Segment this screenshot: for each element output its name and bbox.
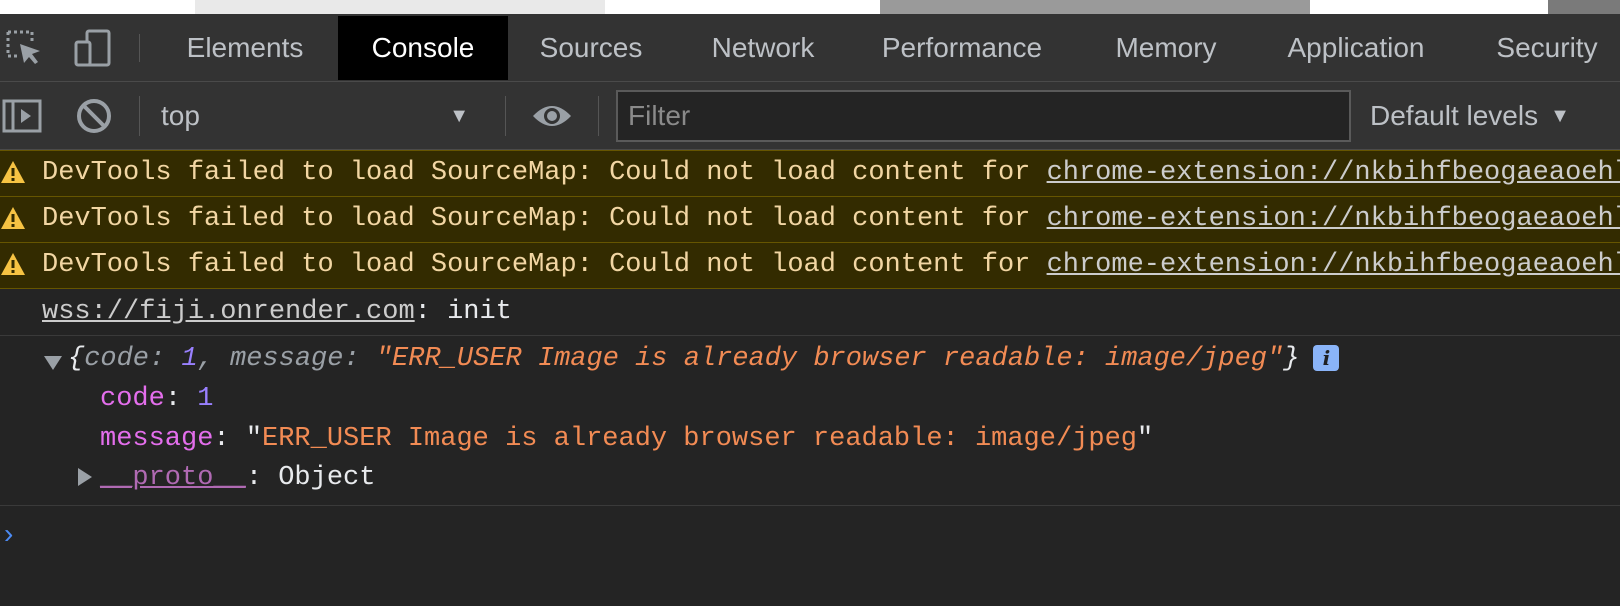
info-icon[interactable]: i: [1313, 344, 1340, 371]
proto-key: __proto__: [100, 463, 246, 493]
log-message: wss://fiji.onrender.com: init: [0, 288, 1620, 336]
log-levels-label: Default levels: [1370, 100, 1539, 131]
sourcemap-link[interactable]: chrome-extension://nkbihfbeogaeaoehlefnk…: [1047, 204, 1620, 234]
warning-message: DevTools failed to load SourceMap: Could…: [0, 196, 1620, 242]
expand-triangle-icon[interactable]: [78, 468, 92, 486]
tab-divider: [139, 34, 140, 62]
context-selector[interactable]: top ▼: [148, 92, 493, 140]
page-image: [880, 0, 1310, 14]
property-value: 1: [197, 384, 214, 414]
page-image: [1548, 0, 1620, 14]
console-prompt[interactable]: ›: [0, 506, 1620, 566]
context-value: top: [161, 100, 200, 131]
dropdown-arrow-icon: ▼: [1550, 104, 1570, 127]
sidebar-toggle-icon[interactable]: [0, 82, 44, 150]
preview-message-key: message: [230, 344, 344, 374]
log-text: : init: [414, 297, 512, 327]
warning-message: DevTools failed to load SourceMap: Could…: [0, 150, 1620, 196]
filter-input[interactable]: [616, 90, 1351, 142]
property-proto[interactable]: __proto__: Object: [100, 463, 375, 493]
device-toolbar-icon[interactable]: [70, 14, 116, 82]
warning-text: DevTools failed to load SourceMap: Could…: [42, 158, 1047, 188]
toolbar-divider: [139, 96, 140, 136]
dropdown-arrow-icon: ▼: [449, 104, 469, 127]
toolbar-divider: [505, 96, 506, 136]
object-preview[interactable]: {code: 1, message: "ERR_USER Image is al…: [68, 344, 1340, 374]
property-code: code: 1: [100, 384, 214, 414]
preview-message-value: "ERR_USER Image is already browser reada…: [375, 344, 1284, 374]
toolbar-divider: [598, 96, 599, 136]
clear-console-icon[interactable]: [74, 82, 114, 150]
expand-triangle-icon[interactable]: [44, 356, 62, 370]
tab-console[interactable]: Console: [338, 16, 508, 80]
warning-message: DevTools failed to load SourceMap: Could…: [0, 242, 1620, 288]
warning-text: DevTools failed to load SourceMap: Could…: [42, 204, 1047, 234]
page-image: [195, 0, 605, 14]
warning-icon: [0, 252, 26, 285]
sourcemap-link[interactable]: chrome-extension://nkbihfbeogaeaoehlefnk…: [1047, 158, 1620, 188]
tab-memory[interactable]: Memory: [1086, 16, 1246, 80]
log-levels-dropdown[interactable]: Default levels ▼: [1370, 92, 1570, 140]
inspect-element-icon[interactable]: [0, 14, 48, 82]
eye-icon[interactable]: [530, 82, 574, 150]
tab-application[interactable]: Application: [1266, 16, 1446, 80]
property-key: message: [100, 424, 214, 454]
tab-security[interactable]: Security: [1474, 16, 1620, 80]
proto-value: Object: [278, 463, 376, 493]
devtools-tab-bar: Elements Console Sources Network Perform…: [0, 14, 1620, 82]
preview-code-value: 1: [181, 344, 198, 374]
tab-performance[interactable]: Performance: [862, 16, 1062, 80]
preview-code-key: code: [84, 344, 150, 374]
property-value: ERR_USER Image is already browser readab…: [262, 424, 1137, 454]
property-message: message: "ERR_USER Image is already brow…: [100, 424, 1154, 454]
warning-text: DevTools failed to load SourceMap: Could…: [42, 250, 1047, 280]
warning-icon: [0, 206, 26, 239]
websocket-link[interactable]: wss://fiji.onrender.com: [42, 297, 415, 327]
tab-elements[interactable]: Elements: [160, 16, 330, 80]
console-toolbar: top ▼ Default levels ▼: [0, 82, 1620, 150]
console-output: DevTools failed to load SourceMap: Could…: [0, 150, 1620, 566]
warning-icon: [0, 160, 26, 193]
sourcemap-link[interactable]: chrome-extension://nkbihfbeogaeaoehlefnk…: [1047, 250, 1620, 280]
property-key: code: [100, 384, 165, 414]
prompt-chevron-icon: ›: [4, 518, 14, 549]
page-content-strip: [0, 0, 1620, 14]
tab-sources[interactable]: Sources: [516, 16, 666, 80]
tab-network[interactable]: Network: [688, 16, 838, 80]
object-log-entry: {code: 1, message: "ERR_USER Image is al…: [0, 336, 1620, 506]
